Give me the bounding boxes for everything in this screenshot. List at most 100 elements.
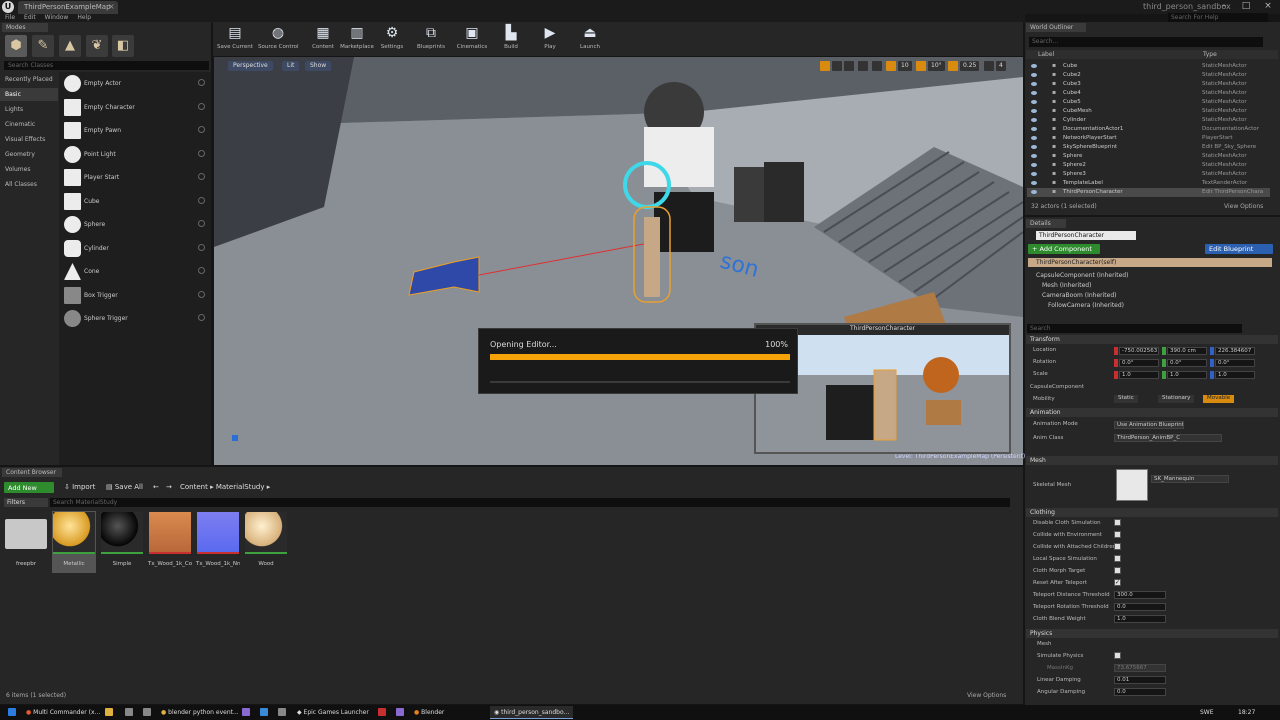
clothing-prop-checkbox[interactable]: ✓ [1114,579,1121,586]
breadcrumb-content[interactable]: Content [180,483,208,491]
category-cinematic[interactable]: Cinematic [0,118,58,131]
import-button[interactable]: ⇩ Import [64,483,95,491]
rotate-icon[interactable] [832,61,842,71]
info-icon[interactable] [198,150,205,157]
rotation-x-field[interactable]: 0.0° [1119,359,1159,367]
outliner-row[interactable]: ▪ CubeMesh StaticMeshActor [1027,107,1270,116]
location-z-field[interactable]: 226.384607 [1215,347,1255,355]
outliner-row[interactable]: ▪ Sphere2 StaticMeshActor [1027,161,1270,170]
visual-studio-icon[interactable] [396,708,404,716]
skeletal-mesh-dropdown[interactable]: SK_Mannequin [1151,475,1229,483]
filters-button[interactable]: Filters [4,498,48,507]
physics-section[interactable]: Physics [1026,629,1278,638]
app-icon[interactable] [378,708,386,716]
angular-damping-field[interactable]: 0.0 [1114,688,1166,696]
level-document-tab[interactable]: ThirdPersonExampleMap [18,1,118,14]
skeletal-mesh-thumbnail[interactable] [1116,469,1148,501]
info-icon[interactable] [198,220,205,227]
translate-icon[interactable] [820,61,830,71]
geometry-mode-icon[interactable]: ◧ [112,35,134,57]
mobility-movable[interactable]: Movable [1203,395,1235,403]
add-component-button[interactable]: + Add Component [1028,244,1100,254]
component-row[interactable]: CapsuleComponent (Inherited) [1036,272,1128,279]
perspective-button[interactable]: Perspective [228,61,273,71]
forward-icon[interactable]: → [166,483,172,491]
taskbar-blender[interactable]: ● Blender [410,706,448,719]
component-row[interactable]: FollowCamera (Inherited) [1048,302,1124,309]
info-icon[interactable] [198,79,205,86]
class-item[interactable]: Empty Pawn [60,120,210,142]
class-item[interactable]: Cone [60,261,210,283]
marketplace-button[interactable]: ▥ Marketplace [337,24,377,56]
outliner-row[interactable]: ▪ SkySphereBlueprint Edit BP_Sky_Sphere [1027,143,1270,152]
info-icon[interactable] [198,197,205,204]
asset-tile[interactable]: freepbr [4,511,48,573]
teleport-distance-field[interactable]: 300.0 [1114,591,1166,599]
scale-z-field[interactable]: 1.0 [1215,371,1255,379]
category-all-classes[interactable]: All Classes [0,178,58,191]
paint-mode-icon[interactable]: ✎ [32,35,54,57]
category-volumes[interactable]: Volumes [0,163,58,176]
mass-field[interactable]: 73.675667 [1114,664,1166,672]
foliage-mode-icon[interactable]: ❦ [86,35,108,57]
class-item[interactable]: Player Start [60,167,210,189]
visibility-eye-icon[interactable] [1031,190,1037,194]
rotation-label[interactable]: Rotation [1033,359,1056,365]
class-item[interactable]: Box Trigger [60,285,210,307]
component-row[interactable]: Mesh (Inherited) [1042,282,1091,289]
save-all-button[interactable]: ▤ Save All [106,483,143,491]
app-icon[interactable] [125,708,133,716]
edit-blueprint-button[interactable]: Edit Blueprint [1205,244,1273,254]
outliner-row[interactable]: ▪ Cube5 StaticMeshActor [1027,98,1270,107]
visibility-eye-icon[interactable] [1031,172,1037,176]
outliner-row[interactable]: ▪ Cube2 StaticMeshActor [1027,71,1270,80]
source-control-button[interactable]: ◍ Source Control [258,24,299,56]
scale-icon[interactable] [844,61,854,71]
simulate-physics-checkbox[interactable] [1114,652,1121,659]
info-icon[interactable] [198,314,205,321]
outliner-row[interactable]: ▪ Cube StaticMeshActor [1027,62,1270,71]
outliner-row[interactable]: ▪ Cube4 StaticMeshActor [1027,89,1270,98]
details-tab[interactable]: Details [1026,219,1066,228]
info-icon[interactable] [198,244,205,251]
grid-snap-value[interactable]: 10 [898,61,912,71]
world-icon[interactable] [858,61,868,71]
anim-class-dropdown[interactable]: ThirdPerson_AnimBP_C [1114,434,1222,442]
asset-tile[interactable]: Wood [244,511,288,573]
rotation-snap-value[interactable]: 10° [928,61,945,71]
camera-speed-icon[interactable] [984,61,994,71]
asset-tile[interactable]: Tx_Wood_1k_Col [148,511,192,573]
outliner-row[interactable]: ▪ Cylinder StaticMeshActor [1027,116,1270,125]
visibility-eye-icon[interactable] [1031,109,1037,113]
world-outliner-tab[interactable]: World Outliner [1026,23,1086,32]
folder-icon[interactable] [105,708,113,716]
breadcrumb-materialstudy[interactable]: MaterialStudy [216,483,265,491]
mobility-stationary[interactable]: Stationary [1158,395,1195,403]
details-search-input[interactable]: Search [1027,324,1242,333]
asset-tile[interactable]: Tx_Wood_1k_Nrm [196,511,240,573]
animation-section[interactable]: Animation [1026,408,1278,417]
category-lights[interactable]: Lights [0,103,58,116]
close-window-icon[interactable]: × [1258,0,1278,12]
class-item[interactable]: Empty Actor [60,73,210,95]
launch-button[interactable]: ⏏ Launch [570,24,610,56]
capsule-component-subsection[interactable]: CapsuleComponent [1030,384,1084,390]
help-search-input[interactable]: Search For Help [1168,13,1268,22]
clothing-prop-checkbox[interactable] [1114,543,1121,550]
show-button[interactable]: Show [305,61,332,71]
category-visual-effects[interactable]: Visual Effects [0,133,58,146]
build-button[interactable]: ▙ Build [491,24,531,56]
location-x-field[interactable]: -750.002563 [1119,347,1159,355]
outliner-view-options[interactable]: View Options [1224,203,1263,210]
app-icon[interactable] [242,708,250,716]
asset-tile[interactable]: Simple [100,511,144,573]
class-item[interactable]: Sphere [60,214,210,236]
taskbar-multicommander[interactable]: ● Multi Commander (x... [22,706,104,719]
play-button[interactable]: ▶ Play [530,24,570,56]
taskbar-browser[interactable]: ● blender python event... [157,706,243,719]
input-language[interactable]: SWE [1200,709,1214,716]
add-new-button[interactable]: Add New [4,482,54,493]
visibility-eye-icon[interactable] [1031,64,1037,68]
info-icon[interactable] [198,291,205,298]
modes-tab[interactable]: Modes [2,23,48,32]
